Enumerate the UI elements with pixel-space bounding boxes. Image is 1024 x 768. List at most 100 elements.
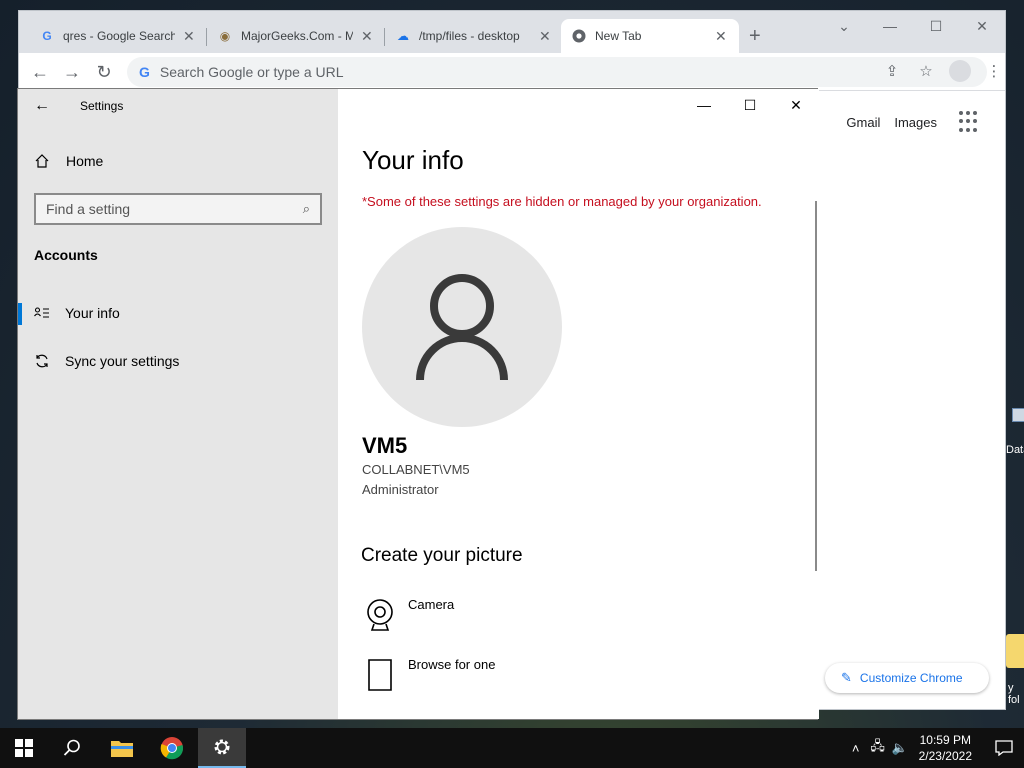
- desktop-icon-label: Data: [1006, 444, 1024, 456]
- reload-button[interactable]: ↻: [93, 61, 115, 83]
- new-tab-button[interactable]: +: [749, 26, 761, 46]
- notification-icon[interactable]: [984, 740, 1024, 756]
- settings-sidebar: ← Settings Home Find a setting ⌕ Account…: [18, 89, 338, 719]
- tab-strip: G qres - Google Search ✕ ◉ MajorGeeks.Co…: [19, 11, 1005, 53]
- forward-button[interactable]: →: [61, 61, 83, 83]
- managed-warning: *Some of these settings are hidden or ma…: [362, 194, 762, 209]
- sync-icon: [34, 353, 50, 369]
- tab-title: /tmp/files - desktop: [419, 29, 520, 43]
- clock-time: 10:59 PM: [919, 733, 971, 747]
- file-icon: [362, 657, 398, 693]
- tab-google-search[interactable]: G qres - Google Search ✕: [29, 19, 207, 53]
- tab-majorgeeks[interactable]: ◉ MajorGeeks.Com - M ✕: [207, 19, 385, 53]
- settings-window: ← Settings Home Find a setting ⌕ Account…: [17, 88, 819, 720]
- sidebar-item-your-info[interactable]: Your info: [18, 293, 338, 333]
- taskbar: ˄ 🖧 🔈 10:59 PM 2/23/2022: [0, 728, 1024, 768]
- page-title: Your info: [362, 145, 464, 175]
- minimize-button[interactable]: —: [681, 89, 727, 121]
- user-icon: [416, 274, 508, 381]
- maximize-button[interactable]: ☐: [913, 11, 959, 41]
- share-icon[interactable]: ⇪: [881, 60, 903, 82]
- majorgeeks-icon: ◉: [219, 29, 231, 43]
- google-icon: G: [139, 64, 150, 80]
- camera-option[interactable]: Camera: [362, 597, 454, 633]
- nav-label: Your info: [65, 305, 120, 321]
- apps-grid-icon[interactable]: [959, 111, 981, 133]
- user-role: Administrator: [362, 482, 439, 497]
- gear-icon: [214, 739, 230, 755]
- menu-kebab-icon[interactable]: ⋮: [983, 60, 1005, 82]
- settings-content: — ☐ ✕ Your info *Some of these settings …: [338, 89, 819, 719]
- address-placeholder: Search Google or type a URL: [159, 64, 344, 80]
- search-placeholder: Find a setting: [46, 201, 131, 217]
- home-label: Home: [66, 153, 104, 169]
- gmail-link[interactable]: Gmail: [846, 115, 880, 130]
- customize-chrome-button[interactable]: ✎ Customize Chrome: [825, 663, 989, 693]
- minimize-button[interactable]: —: [867, 11, 913, 41]
- tab-new-tab[interactable]: New Tab ✕: [561, 19, 739, 53]
- user-name: VM5: [362, 433, 408, 458]
- volume-icon[interactable]: 🔈: [889, 740, 911, 756]
- back-arrow-icon[interactable]: ←: [34, 97, 50, 115]
- camera-icon: [362, 597, 398, 633]
- network-icon[interactable]: 🖧: [867, 737, 889, 759]
- folder-icon[interactable]: [1006, 634, 1024, 668]
- profile-avatar[interactable]: [949, 60, 971, 82]
- chrome-toolbar: ← → ↻ G Search Google or type a URL ⇪ ☆ …: [19, 53, 1005, 91]
- contact-card-icon: [34, 305, 50, 321]
- option-label: Camera: [408, 597, 455, 612]
- chevron-up-icon[interactable]: ˄: [845, 741, 867, 756]
- scrollbar[interactable]: [815, 201, 817, 571]
- tab-search-icon[interactable]: ⌄: [821, 11, 867, 41]
- desktop-icon-partial[interactable]: Data: [1004, 400, 1024, 480]
- close-icon[interactable]: ✕: [361, 28, 373, 45]
- close-icon[interactable]: ✕: [539, 28, 551, 45]
- chrome-taskbar-button[interactable]: [148, 728, 196, 768]
- sidebar-item-home[interactable]: Home: [34, 153, 103, 169]
- system-tray: ˄ 🖧 🔈 10:59 PM 2/23/2022: [845, 728, 1024, 768]
- start-button[interactable]: [0, 728, 48, 768]
- section-heading: Accounts: [34, 247, 98, 263]
- settings-search-input[interactable]: Find a setting ⌕: [34, 193, 322, 225]
- search-icon: ⌕: [302, 201, 310, 216]
- clock[interactable]: 10:59 PM 2/23/2022: [919, 732, 972, 764]
- google-icon: G: [42, 29, 52, 43]
- chrome-icon: [571, 28, 587, 44]
- back-button[interactable]: ←: [29, 61, 51, 83]
- address-bar[interactable]: G Search Google or type a URL: [127, 57, 987, 87]
- pencil-icon: ✎: [841, 670, 852, 685]
- window-title: Settings: [80, 99, 124, 113]
- bookmark-star-icon[interactable]: ☆: [915, 60, 937, 82]
- shortcut-icon: [1012, 408, 1024, 422]
- cloud-icon: ☁: [397, 29, 409, 43]
- settings-window-controls: — ☐ ✕: [681, 89, 819, 121]
- user-domain: COLLABNET\VM5: [362, 462, 470, 477]
- close-button[interactable]: ✕: [773, 89, 819, 121]
- option-label: Browse for one: [408, 657, 496, 672]
- create-picture-heading: Create your picture: [361, 545, 523, 566]
- windows-icon: [15, 739, 33, 757]
- maximize-button[interactable]: ☐: [727, 89, 773, 121]
- folder-icon: [111, 741, 133, 757]
- browse-option[interactable]: Browse for one: [362, 657, 495, 693]
- chrome-icon: [160, 737, 184, 760]
- settings-taskbar-button[interactable]: [198, 728, 246, 768]
- file-explorer-button[interactable]: [98, 728, 146, 768]
- search-icon: [63, 739, 80, 756]
- nav-label: Sync your settings: [65, 353, 180, 369]
- tab-tmp-files[interactable]: ☁ /tmp/files - desktop ✕: [385, 19, 563, 53]
- clock-date: 2/23/2022: [918, 749, 972, 763]
- customize-label: Customize Chrome: [859, 671, 963, 685]
- ntp-links: Gmail Images: [846, 115, 937, 130]
- close-icon[interactable]: ✕: [183, 28, 195, 45]
- tab-title: qres - Google Search: [63, 29, 175, 43]
- close-button[interactable]: ✕: [959, 11, 1005, 41]
- toolbar-actions: ⇪ ☆ ⋮: [881, 60, 1005, 82]
- chrome-window-controls: ⌄ — ☐ ✕: [821, 11, 1005, 41]
- close-icon[interactable]: ✕: [715, 28, 727, 45]
- tab-title: MajorGeeks.Com - M: [241, 29, 353, 43]
- sidebar-item-sync[interactable]: Sync your settings: [18, 341, 338, 381]
- tab-title: New Tab: [595, 29, 642, 43]
- search-button[interactable]: [48, 728, 96, 768]
- images-link[interactable]: Images: [894, 115, 937, 130]
